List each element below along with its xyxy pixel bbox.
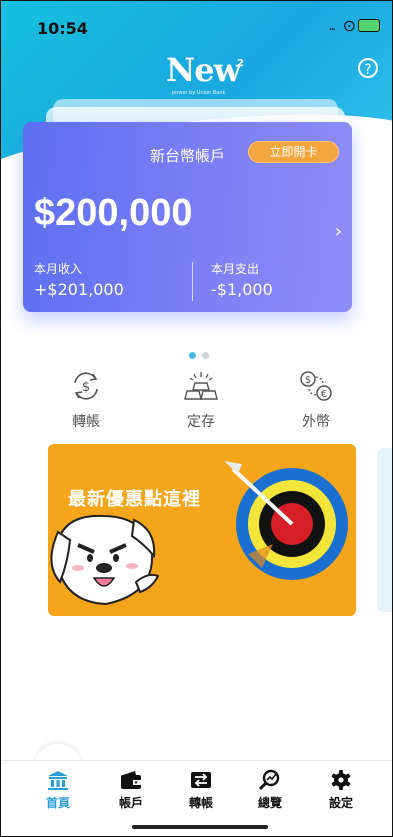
page-indicator	[189, 352, 219, 360]
card-divider	[192, 262, 193, 301]
income-value: +$201,000	[34, 280, 124, 299]
account-balance: $200,000	[34, 192, 193, 234]
tab-label: 首頁	[45, 796, 70, 810]
transfer-tab-icon	[191, 772, 211, 788]
link-icon: ⊙	[342, 16, 356, 35]
wallet-icon	[121, 771, 141, 789]
chevron-right-icon[interactable]: ›	[335, 221, 342, 242]
battery-icon	[358, 19, 380, 32]
quick-action-foreign-currency[interactable]: $ € 外幣	[286, 369, 346, 431]
tab-label: 總覽	[257, 796, 282, 810]
next-promo-banner[interactable]	[377, 448, 392, 612]
status-bar: 10:54 ... ⊙	[1, 1, 392, 47]
signal-icon: ...	[328, 19, 337, 33]
help-button[interactable]: ?	[358, 58, 378, 78]
account-card[interactable]: 新台幣帳戶 立即開卡 $200,000 › 本月收入 +$201,000 本月支…	[23, 122, 352, 312]
spend-value: -$1,000	[211, 280, 273, 299]
page-dot-active[interactable]	[189, 352, 196, 359]
svg-text:€: €	[321, 389, 327, 400]
promo-illustration	[50, 461, 348, 606]
home-bank-icon	[48, 771, 68, 790]
quick-action-label: 轉帳	[72, 414, 100, 430]
phone-screen: 10:54 ... ⊙ New 2 power by Union Bank ? …	[0, 0, 393, 837]
transfer-icon: $	[74, 372, 98, 400]
tab-label: 帳戶	[118, 796, 143, 810]
tab-settings[interactable]: 設定	[319, 761, 363, 821]
income-label: 本月收入	[34, 262, 83, 276]
brand-logo: New	[166, 51, 241, 89]
promo-banner[interactable]: 最新優惠點這裡	[48, 444, 356, 616]
quick-action-label: 外幣	[302, 414, 330, 430]
svg-text:$: $	[305, 375, 311, 386]
tab-accounts[interactable]: 帳戶	[109, 761, 153, 821]
tab-transfer[interactable]: 轉帳	[179, 761, 223, 821]
tab-home[interactable]: 首頁	[36, 761, 80, 821]
svg-text:$: $	[82, 380, 90, 395]
deposit-icon	[184, 372, 218, 400]
foreign-currency-icon: $ €	[300, 371, 332, 401]
brand-logo-subtitle: power by Union Bank	[172, 90, 226, 96]
tab-label: 設定	[328, 796, 353, 810]
brand-logo-superscript: 2	[237, 58, 244, 69]
page-dot[interactable]	[202, 352, 209, 359]
tab-overview[interactable]: 總覽	[248, 761, 292, 821]
spend-label: 本月支出	[211, 262, 260, 276]
status-time: 10:54	[37, 19, 88, 38]
quick-action-label: 定存	[187, 414, 215, 430]
settings-icon	[331, 770, 351, 790]
overview-icon	[258, 769, 280, 791]
open-card-button[interactable]: 立即開卡	[248, 141, 339, 163]
home-indicator	[132, 825, 268, 829]
quick-action-deposit[interactable]: 定存	[171, 369, 231, 431]
quick-action-transfer[interactable]: $ 轉帳	[56, 369, 116, 431]
tab-label: 轉帳	[188, 796, 213, 810]
